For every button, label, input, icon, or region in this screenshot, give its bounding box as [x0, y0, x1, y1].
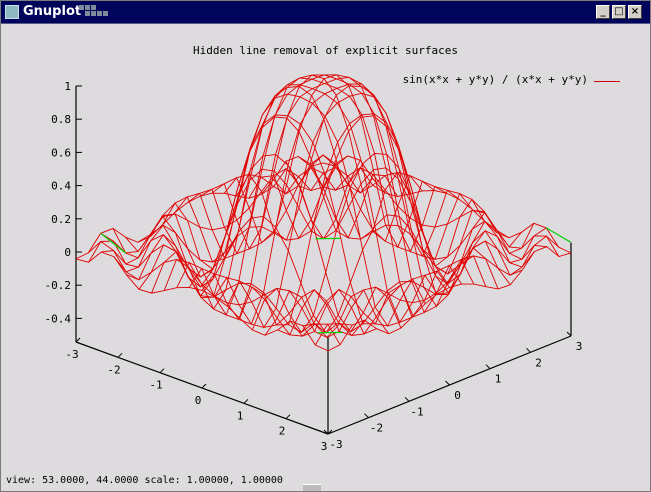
- z-tick-label: 0.2: [51, 213, 71, 226]
- surface-line-y: [239, 113, 485, 326]
- y-tick-label: -2: [370, 422, 383, 435]
- y-tick-label: -1: [410, 405, 423, 418]
- surface-line-y: [101, 155, 349, 265]
- z-tick-label: -0.2: [45, 279, 72, 292]
- surface-line-x: [75, 251, 329, 352]
- y-tick-label: 3: [576, 340, 583, 353]
- close-button[interactable]: ×: [628, 5, 642, 19]
- x-tick-mark: [285, 414, 291, 420]
- y-tick-mark: [445, 380, 450, 386]
- x-tick-label: -2: [107, 363, 120, 376]
- underside-segment: [545, 227, 572, 243]
- surface-line-x: [298, 156, 547, 260]
- z-tick-label: 1: [64, 80, 71, 93]
- legend-label: sin(x*x + y*y) / (x*x + y*y): [402, 73, 588, 86]
- surface-line-x: [186, 84, 438, 324]
- resize-grip[interactable]: [303, 484, 321, 491]
- surface-line-y: [277, 220, 522, 336]
- z-tick-label: 0: [64, 246, 71, 259]
- surface-line-y: [315, 235, 559, 346]
- surface-line-x: [248, 115, 499, 294]
- minimize-button[interactable]: _: [596, 5, 610, 19]
- y-tick-label: 1: [495, 373, 502, 386]
- surface-line-y: [327, 246, 572, 352]
- x-tick-mark: [201, 383, 207, 389]
- y-tick-mark: [364, 413, 369, 419]
- app-icon[interactable]: [5, 5, 19, 19]
- status-bar: view: 53.0000, 44.0000 scale: 1.00000, 1…: [1, 471, 650, 491]
- x-tick-label: 3: [321, 440, 328, 453]
- plot-title: Hidden line removal of explicit surfaces: [193, 44, 458, 57]
- z-tick-label: 0.6: [51, 146, 71, 159]
- z-tick-label: 0.8: [51, 113, 71, 126]
- surface-line-x: [125, 224, 377, 335]
- legend-line-sample: [594, 81, 620, 82]
- window-title: Gnuplot: [23, 4, 82, 19]
- x-tick-mark: [117, 352, 123, 358]
- surface-plot[interactable]: 10.80.60.40.20-0.2-0.4-3-2-10123 -3-2-101…: [1, 24, 650, 470]
- z-tick-label: 0.4: [51, 180, 71, 193]
- view-status: view: 53.0000, 44.0000 scale: 1.00000, 1…: [6, 475, 283, 486]
- y-tick-label: -3: [329, 438, 342, 451]
- y-tick-label: 0: [454, 389, 461, 402]
- x-tick-label: 2: [279, 425, 286, 438]
- y-tick-mark: [526, 347, 531, 353]
- y-tick-mark: [485, 364, 491, 370]
- surface-line-y: [264, 212, 510, 336]
- x-tick-mark: [243, 398, 249, 404]
- surface-line-x: [162, 114, 414, 325]
- maximize-button[interactable]: □: [612, 5, 626, 19]
- x-tick-mark: [159, 368, 165, 374]
- x-tick-label: 0: [195, 394, 202, 407]
- z-tick-label: -0.4: [45, 312, 72, 325]
- titlebar-decoration: [79, 5, 119, 21]
- y-tick-mark: [404, 396, 410, 402]
- x-tick-label: -3: [65, 348, 78, 361]
- plot-canvas[interactable]: 1 0.8 0.6 0.4 0.2 0 -0.2 -0.4 -3 -2 -1 0 1 2 3 -3 -2 -1 0 1…: [1, 24, 650, 470]
- gnuplot-window: Gnuplot _ □ × 1 0.8 0.6 0.4 0.2 0 -0.2 -0.4 -3 -2…: [0, 0, 651, 492]
- y-tick-label: 2: [535, 356, 542, 369]
- title-bar[interactable]: Gnuplot _ □ ×: [1, 1, 650, 24]
- x-tick-label: -1: [149, 379, 162, 392]
- x-tick-label: 1: [237, 409, 244, 422]
- surface-line-x: [137, 215, 390, 335]
- surface-line-y: [113, 160, 361, 273]
